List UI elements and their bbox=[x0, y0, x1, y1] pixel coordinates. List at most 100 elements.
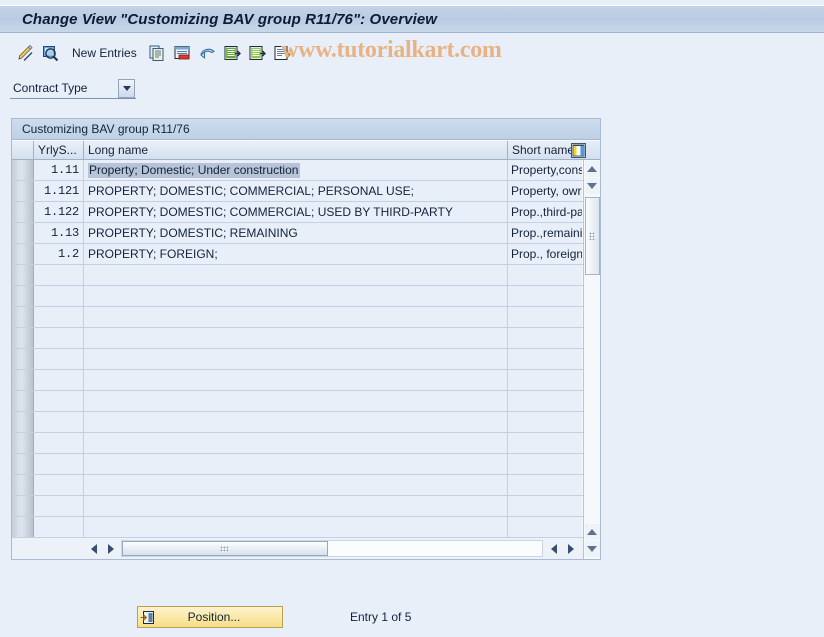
cell-short-name[interactable]: Prop.,remainir bbox=[508, 223, 582, 243]
empty-cell[interactable] bbox=[12, 328, 34, 348]
undo-icon[interactable] bbox=[197, 42, 219, 64]
table-row-empty[interactable] bbox=[12, 349, 600, 370]
scroll-right-button[interactable] bbox=[545, 540, 562, 557]
row-selector[interactable] bbox=[12, 244, 34, 264]
empty-cell[interactable] bbox=[508, 286, 582, 306]
cell-long-name[interactable]: PROPERTY; DOMESTIC; REMAINING bbox=[84, 223, 508, 243]
scroll-left-button[interactable] bbox=[85, 540, 102, 557]
empty-cell[interactable] bbox=[508, 517, 582, 537]
scroll-up-button[interactable] bbox=[584, 161, 600, 177]
page-up-button[interactable] bbox=[584, 524, 600, 540]
table-row[interactable]: 1.122 PROPERTY; DOMESTIC; COMMERCIAL; USE… bbox=[12, 202, 600, 223]
table-row-empty[interactable] bbox=[12, 370, 600, 391]
vertical-scroll-thumb[interactable] bbox=[584, 197, 600, 275]
empty-cell[interactable] bbox=[34, 496, 84, 516]
table-row-empty[interactable] bbox=[12, 433, 600, 454]
empty-cell[interactable] bbox=[508, 412, 582, 432]
table-row-empty[interactable] bbox=[12, 454, 600, 475]
empty-cell[interactable] bbox=[12, 286, 34, 306]
empty-cell[interactable] bbox=[508, 370, 582, 390]
table-row-empty[interactable] bbox=[12, 286, 600, 307]
empty-cell[interactable] bbox=[34, 265, 84, 285]
table-horizontal-scrollbar[interactable] bbox=[12, 537, 583, 559]
row-selector[interactable] bbox=[12, 181, 34, 201]
table-row-empty[interactable] bbox=[12, 265, 600, 286]
empty-cell[interactable] bbox=[84, 370, 508, 390]
table-row-empty[interactable] bbox=[12, 517, 600, 538]
copy-as-icon[interactable] bbox=[147, 42, 169, 64]
cell-long-name[interactable]: PROPERTY; DOMESTIC; COMMERCIAL; USED BY … bbox=[84, 202, 508, 222]
cell-short-name[interactable]: Property,cons bbox=[508, 160, 582, 180]
contract-type-dropdown[interactable]: Contract Type bbox=[10, 78, 136, 99]
pencil-display-change-icon[interactable] bbox=[14, 42, 36, 64]
cell-long-name[interactable]: PROPERTY; DOMESTIC; COMMERCIAL; PERSONAL… bbox=[84, 181, 508, 201]
cell-long-name[interactable]: PROPERTY; FOREIGN; bbox=[84, 244, 508, 264]
empty-cell[interactable] bbox=[84, 265, 508, 285]
empty-cell[interactable] bbox=[508, 391, 582, 411]
horizontal-scroll-thumb[interactable] bbox=[122, 541, 328, 556]
horizontal-scroll-track[interactable] bbox=[121, 540, 543, 557]
table-row-empty[interactable] bbox=[12, 475, 600, 496]
cell-yrly[interactable]: 1.122 bbox=[34, 202, 84, 222]
empty-cell[interactable] bbox=[508, 433, 582, 453]
table-row-empty[interactable] bbox=[12, 391, 600, 412]
empty-cell[interactable] bbox=[84, 496, 508, 516]
chevron-down-icon[interactable] bbox=[118, 78, 135, 98]
empty-cell[interactable] bbox=[12, 433, 34, 453]
scroll-right-button-2[interactable] bbox=[562, 540, 579, 557]
empty-cell[interactable] bbox=[12, 496, 34, 516]
empty-cell[interactable] bbox=[84, 517, 508, 537]
cell-yrly[interactable]: 1.13 bbox=[34, 223, 84, 243]
cell-short-name[interactable]: Prop.,third-pa bbox=[508, 202, 582, 222]
empty-cell[interactable] bbox=[84, 286, 508, 306]
column-header-yrly[interactable]: YrlyS... bbox=[34, 141, 84, 159]
position-button[interactable]: Position... bbox=[137, 606, 283, 628]
empty-cell[interactable] bbox=[34, 349, 84, 369]
row-selector[interactable] bbox=[12, 223, 34, 243]
empty-cell[interactable] bbox=[12, 307, 34, 327]
table-row-empty[interactable] bbox=[12, 307, 600, 328]
empty-cell[interactable] bbox=[34, 412, 84, 432]
empty-cell[interactable] bbox=[84, 475, 508, 495]
empty-cell[interactable] bbox=[84, 349, 508, 369]
empty-cell[interactable] bbox=[84, 454, 508, 474]
empty-cell[interactable] bbox=[12, 454, 34, 474]
select-all-icon[interactable] bbox=[222, 42, 244, 64]
empty-cell[interactable] bbox=[12, 475, 34, 495]
new-entries-button[interactable]: New Entries bbox=[72, 46, 137, 60]
empty-cell[interactable] bbox=[34, 391, 84, 411]
cell-yrly[interactable]: 1.121 bbox=[34, 181, 84, 201]
empty-cell[interactable] bbox=[34, 475, 84, 495]
table-row[interactable]: 1.2 PROPERTY; FOREIGN; Prop., foreign bbox=[12, 244, 600, 265]
cell-yrly[interactable]: 1.2 bbox=[34, 244, 84, 264]
empty-cell[interactable] bbox=[34, 328, 84, 348]
cell-short-name[interactable]: Prop., foreign bbox=[508, 244, 582, 264]
table-vertical-scrollbar-bottom[interactable] bbox=[583, 523, 600, 559]
row-selector[interactable] bbox=[12, 160, 34, 180]
table-row-empty[interactable] bbox=[12, 328, 600, 349]
cell-yrly[interactable]: 1.11 bbox=[34, 160, 84, 180]
scroll-left-button-2[interactable] bbox=[102, 540, 119, 557]
empty-cell[interactable] bbox=[84, 391, 508, 411]
magnifier-display-icon[interactable] bbox=[39, 42, 61, 64]
empty-cell[interactable] bbox=[12, 370, 34, 390]
empty-cell[interactable] bbox=[84, 328, 508, 348]
table-row[interactable]: 1.121 PROPERTY; DOMESTIC; COMMERCIAL; PER… bbox=[12, 181, 600, 202]
empty-cell[interactable] bbox=[84, 412, 508, 432]
deselect-all-icon[interactable] bbox=[247, 42, 269, 64]
column-header-selector[interactable] bbox=[12, 141, 34, 159]
empty-cell[interactable] bbox=[508, 307, 582, 327]
empty-cell[interactable] bbox=[34, 370, 84, 390]
empty-cell[interactable] bbox=[34, 307, 84, 327]
scroll-down-button[interactable] bbox=[584, 178, 600, 194]
empty-cell[interactable] bbox=[508, 265, 582, 285]
empty-cell[interactable] bbox=[12, 517, 34, 537]
variant-icon[interactable] bbox=[272, 42, 294, 64]
table-row-empty[interactable] bbox=[12, 412, 600, 433]
empty-cell[interactable] bbox=[508, 496, 582, 516]
empty-cell[interactable] bbox=[84, 307, 508, 327]
empty-cell[interactable] bbox=[34, 286, 84, 306]
cell-long-name[interactable]: Property; Domestic; Under construction bbox=[84, 160, 508, 180]
empty-cell[interactable] bbox=[34, 433, 84, 453]
table-row-empty[interactable] bbox=[12, 496, 600, 517]
